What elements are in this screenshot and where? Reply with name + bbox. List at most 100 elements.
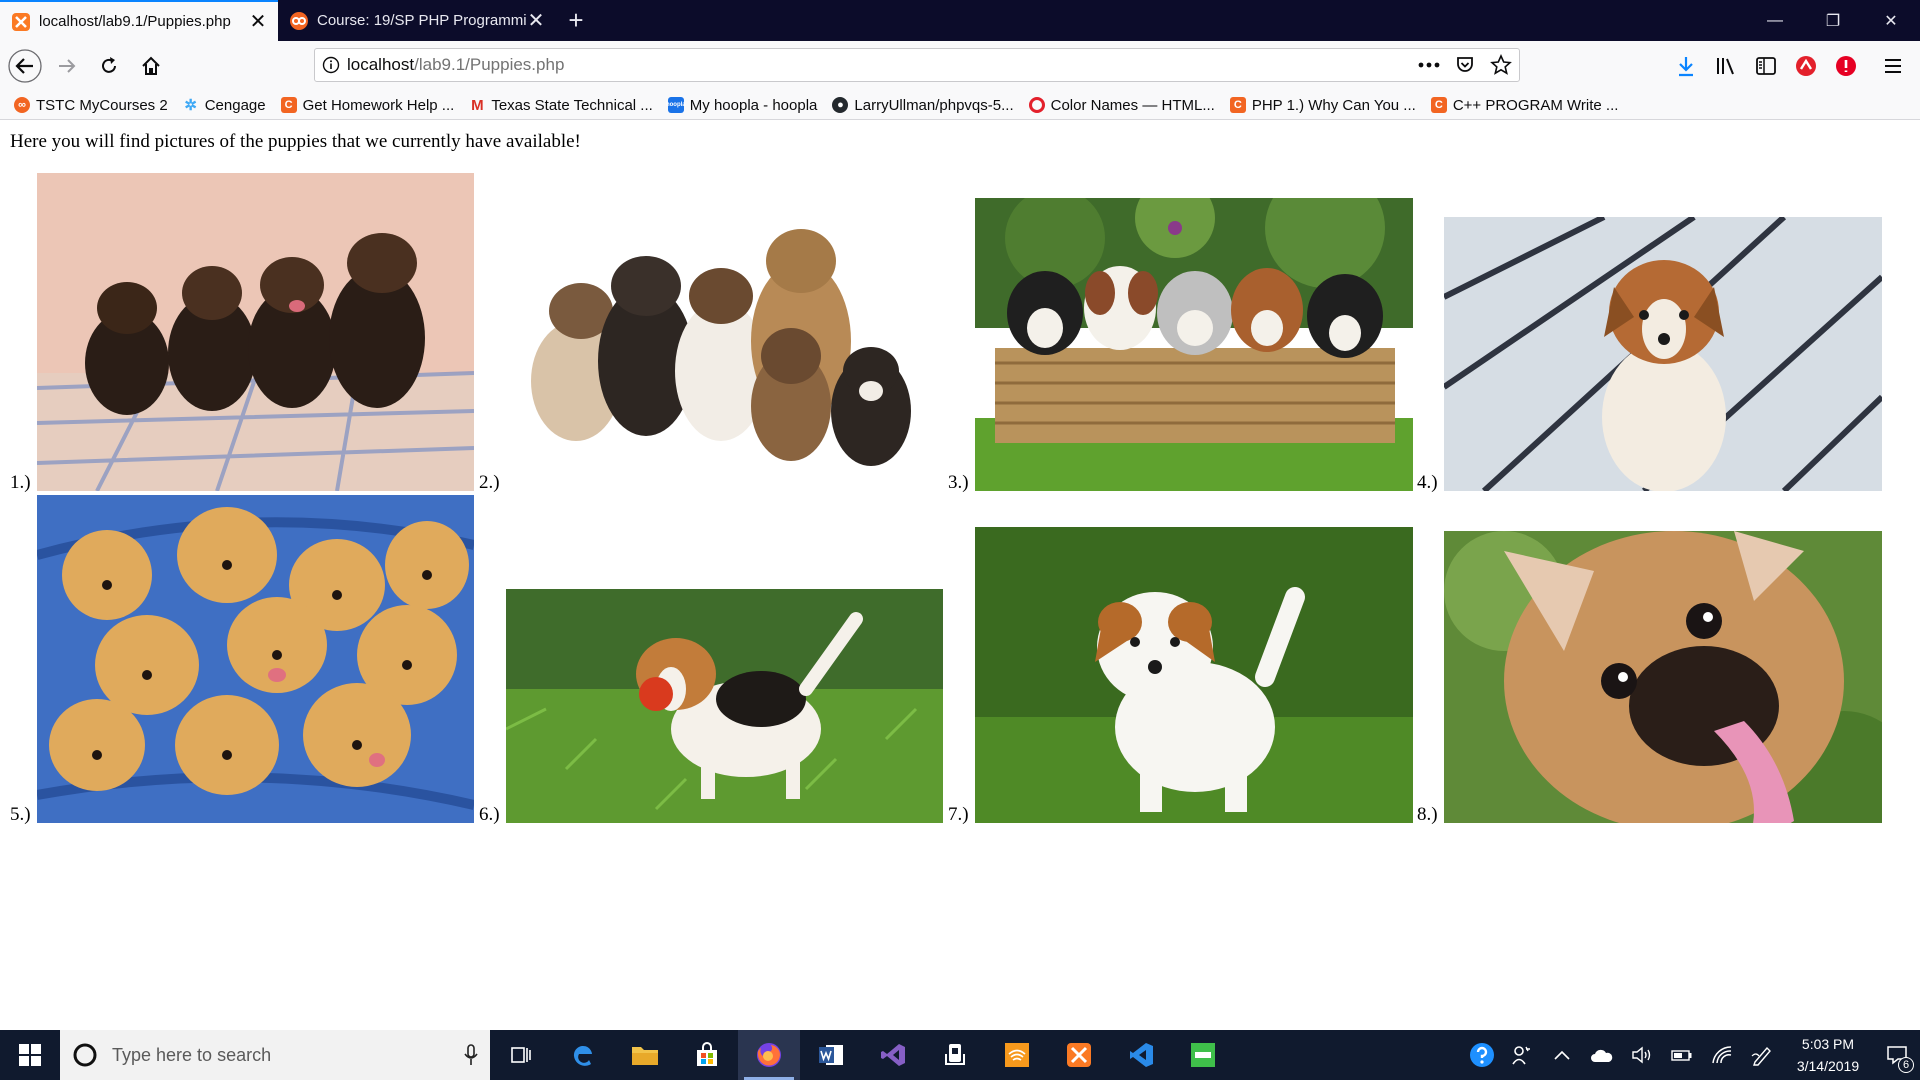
puppy-label: 3.) [948, 472, 969, 493]
notification-count: 6 [1898, 1057, 1914, 1073]
cortana-icon [73, 1043, 97, 1067]
extension-red-icon[interactable] [1786, 41, 1826, 91]
bookmark-item[interactable]: Color Names — HTML... [1028, 97, 1215, 114]
bookmark-item[interactable]: hoopla My hoopla - hoopla [666, 97, 817, 114]
toolbar-right [1666, 41, 1920, 91]
puppy-photo-5 [37, 495, 474, 823]
site-info-icon[interactable] [315, 56, 347, 74]
back-button[interactable] [6, 47, 44, 85]
navigation-toolbar: localhost/lab9.1/Puppies.php [0, 41, 1920, 91]
volume-icon[interactable] [1622, 1030, 1662, 1080]
puppy-label: 4.) [1417, 472, 1438, 493]
bookmark-item[interactable]: C C++ PROGRAM Write ... [1430, 97, 1618, 114]
hoopla-icon[interactable] [1172, 1030, 1234, 1080]
forward-arrow-icon [59, 59, 76, 73]
puppy-label: 6.) [479, 804, 500, 825]
close-icon[interactable]: ✕ [526, 11, 546, 31]
file-explorer-icon[interactable] [614, 1030, 676, 1080]
help-icon[interactable] [1462, 1030, 1502, 1080]
restore-icon[interactable]: ❐ [1804, 0, 1862, 41]
bookmark-item[interactable]: M Texas State Technical ... [469, 97, 653, 114]
reload-icon [102, 57, 116, 73]
puppy-photo-1 [37, 173, 474, 491]
visual-studio-icon[interactable] [862, 1030, 924, 1080]
pen-icon[interactable] [1742, 1030, 1782, 1080]
puppy-label: 2.) [479, 472, 500, 493]
reload-button[interactable] [90, 47, 128, 85]
start-button[interactable] [0, 1030, 60, 1080]
chegg-icon: C [1229, 97, 1246, 113]
sidebar-icon[interactable] [1746, 41, 1786, 91]
tab-course[interactable]: Course: 19/SP PHP Programmin ✕ [278, 0, 556, 41]
clock-time: 5:03 PM [1801, 1036, 1855, 1052]
puppy-photo-6 [506, 589, 943, 823]
bookmark-star-icon[interactable] [1483, 54, 1519, 76]
people-icon[interactable] [1502, 1030, 1542, 1080]
chevron-up-icon[interactable] [1542, 1030, 1582, 1080]
audible-icon[interactable] [986, 1030, 1048, 1080]
action-center-icon[interactable]: 6 [1874, 1030, 1920, 1080]
home-button[interactable] [132, 47, 170, 85]
github-icon: ● [832, 97, 849, 113]
url-text[interactable]: localhost/lab9.1/Puppies.php [347, 55, 1411, 75]
cengage-icon: ✲ [184, 97, 197, 114]
library-icon[interactable] [1706, 41, 1746, 91]
bookmark-item[interactable]: ✲ Cengage [183, 97, 265, 115]
mixer-icon[interactable] [924, 1030, 986, 1080]
url-bar[interactable]: localhost/lab9.1/Puppies.php [314, 48, 1520, 82]
puppy-photo-2 [506, 191, 943, 491]
windows-taskbar: Type here to search 5:03 PM 3/14/2019 6 [0, 1030, 1920, 1080]
firefox-icon[interactable] [738, 1030, 800, 1080]
tab-title: Course: 19/SP PHP Programmin [317, 12, 526, 29]
new-tab-button[interactable]: + [556, 0, 596, 41]
opera-icon [1028, 97, 1045, 113]
back-arrow-icon [8, 49, 42, 83]
search-input[interactable]: Type here to search [112, 1045, 464, 1066]
pinterest-save-icon[interactable] [1826, 41, 1866, 91]
tab-title: localhost/lab9.1/Puppies.php [39, 13, 231, 30]
moodle-icon [290, 11, 308, 30]
forward-button[interactable] [48, 47, 86, 85]
menu-icon[interactable] [1866, 41, 1920, 91]
puppy-photo-4 [1444, 217, 1882, 491]
clock-date: 3/14/2019 [1796, 1058, 1860, 1074]
edge-icon[interactable] [552, 1030, 614, 1080]
system-tray: 5:03 PM 3/14/2019 6 [1462, 1030, 1920, 1080]
clock[interactable]: 5:03 PM 3/14/2019 [1782, 1033, 1874, 1077]
puppy-photo-8 [1444, 531, 1882, 823]
xampp-icon[interactable] [1048, 1030, 1110, 1080]
windows-icon [19, 1044, 41, 1066]
chegg-icon: C [1430, 97, 1447, 113]
bookmark-item[interactable]: ● LarryUllman/phpvqs-5... [832, 97, 1014, 114]
task-view-icon[interactable] [490, 1030, 552, 1080]
moodle-icon: ∞ [14, 97, 30, 113]
page-actions-icon[interactable] [1411, 62, 1447, 68]
puppy-label: 7.) [948, 804, 969, 825]
intro-text: Here you will find pictures of the puppi… [10, 131, 581, 152]
bookmark-item[interactable]: ∞ TSTC MyCourses 2 [14, 97, 168, 114]
taskbar-search[interactable]: Type here to search [60, 1030, 490, 1080]
pocket-icon[interactable] [1447, 55, 1483, 75]
bookmark-item[interactable]: C PHP 1.) Why Can You ... [1229, 97, 1416, 114]
battery-icon[interactable] [1662, 1030, 1702, 1080]
store-icon[interactable] [676, 1030, 738, 1080]
wifi-icon[interactable] [1702, 1030, 1742, 1080]
word-icon[interactable] [800, 1030, 862, 1080]
window-controls: — ❐ ✕ [1746, 0, 1920, 41]
puppy-label: 1.) [10, 472, 31, 493]
close-window-icon[interactable]: ✕ [1862, 0, 1920, 41]
hoopla-icon: hoopla [666, 97, 686, 113]
home-icon [142, 56, 160, 75]
onedrive-icon[interactable] [1582, 1030, 1622, 1080]
tab-puppies[interactable]: localhost/lab9.1/Puppies.php ✕ [0, 0, 278, 41]
microphone-icon [464, 1044, 478, 1065]
puppy-photo-3 [975, 198, 1413, 491]
close-icon[interactable]: ✕ [248, 12, 268, 32]
downloads-icon[interactable] [1666, 41, 1706, 91]
vscode-icon[interactable] [1110, 1030, 1172, 1080]
puppy-photo-7 [975, 527, 1413, 823]
bookmark-item[interactable]: C Get Homework Help ... [280, 97, 454, 114]
puppy-label: 5.) [10, 804, 31, 825]
minimize-icon[interactable]: — [1746, 0, 1804, 41]
xampp-icon [12, 12, 30, 31]
